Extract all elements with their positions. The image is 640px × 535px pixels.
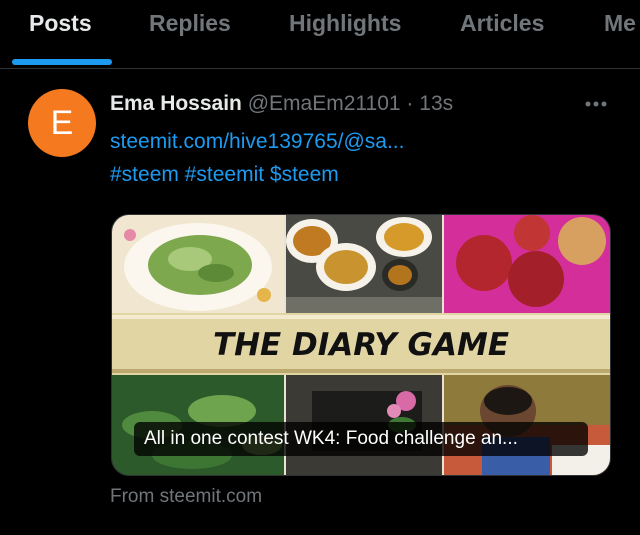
tab-articles[interactable]: Articles [460, 10, 544, 37]
post-hashtags[interactable]: #steem #steemit $steem [110, 163, 339, 187]
author-name[interactable]: Ema Hossain [110, 92, 242, 115]
more-horizontal-icon [585, 101, 607, 107]
separator-dot: · [406, 92, 414, 115]
tab-replies[interactable]: Replies [149, 10, 231, 37]
post-link[interactable]: steemit.com/hive139765/@sa... [110, 130, 404, 154]
avatar[interactable]: E [28, 89, 96, 157]
more-options-button[interactable] [582, 92, 610, 116]
tab-posts[interactable]: Posts [29, 10, 92, 37]
tab-highlights[interactable]: Highlights [289, 10, 401, 37]
active-tab-indicator [12, 59, 112, 65]
post-header: Ema Hossain @EmaEm21101 · 13s [110, 92, 453, 116]
post-timestamp[interactable]: 13s [419, 92, 453, 115]
card-source[interactable]: From steemit.com [110, 486, 262, 508]
card-caption[interactable]: All in one contest WK4: Food challenge a… [134, 422, 588, 456]
author-handle[interactable]: @EmaEm21101 [248, 92, 401, 115]
tab-media[interactable]: Me [604, 10, 636, 37]
banner-title: THE DIARY GAME [213, 327, 509, 363]
profile-tabs: Posts Replies Highlights Articles Me [0, 0, 640, 69]
